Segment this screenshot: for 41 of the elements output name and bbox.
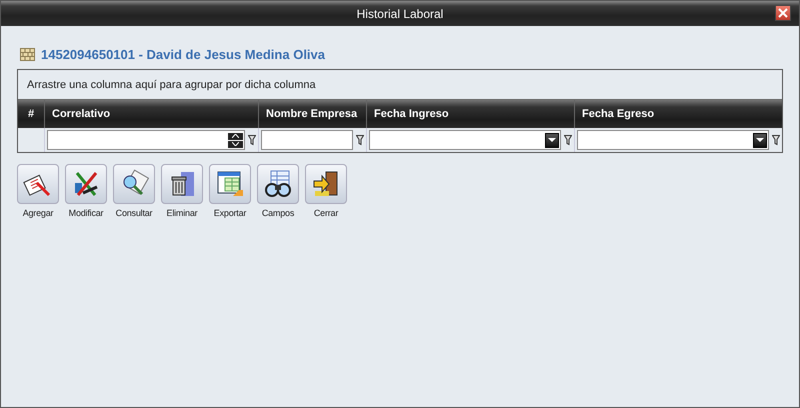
date-filter-field[interactable]	[369, 130, 561, 150]
close-button[interactable]	[775, 5, 791, 21]
filter-icon[interactable]	[772, 134, 780, 146]
bricks-icon	[20, 48, 35, 61]
dropdown-button[interactable]	[753, 132, 767, 148]
toolbar-label: Eliminar	[166, 208, 198, 218]
spin-up-button[interactable]	[228, 132, 243, 140]
filter-icon[interactable]	[564, 134, 572, 146]
toolbar-label: Cerrar	[314, 208, 338, 218]
column-header[interactable]: Correlativo	[44, 100, 258, 128]
filter-icon[interactable]	[356, 134, 364, 146]
spreadsheet-export-icon	[215, 169, 245, 199]
record-title: 1452094650101 - David de Jesus Medina Oliva	[41, 47, 326, 62]
filter-icon[interactable]	[248, 134, 256, 146]
toolbar-label: Agregar	[22, 208, 54, 218]
toolbar-button[interactable]	[305, 164, 347, 204]
date-filter-field[interactable]	[577, 130, 769, 150]
dropdown-button[interactable]	[545, 132, 559, 148]
toolbar-button[interactable]	[161, 164, 203, 204]
group-hint: Arrastre una columna aquí para agrupar por dicha columna	[27, 78, 316, 90]
toolbar-label: Modificar	[68, 208, 104, 218]
column-header[interactable]: Fecha Ingreso	[366, 100, 574, 128]
toolbar-button[interactable]	[209, 164, 251, 204]
toolbar-label: Exportar	[214, 208, 246, 218]
toolbar-button[interactable]	[257, 164, 299, 204]
window-title: Historial Laboral	[356, 6, 444, 20]
column-header[interactable]: Fecha Egreso	[574, 100, 782, 128]
spin-down-button[interactable]	[228, 140, 243, 148]
column-header[interactable]: Nombre Empresa	[258, 100, 366, 128]
toolbar-button[interactable]	[17, 164, 59, 204]
caret-down-icon	[756, 138, 764, 142]
column-header[interactable]: #	[18, 100, 44, 128]
caret-up-icon	[232, 134, 239, 138]
toolbar-button[interactable]	[65, 164, 107, 204]
caret-down-icon	[232, 142, 239, 146]
toolbar-label: Consultar	[116, 208, 152, 218]
number-filter-field[interactable]	[47, 130, 245, 150]
text-filter-field[interactable]	[261, 130, 353, 150]
binoculars-icon	[263, 169, 293, 199]
toolbar-label: Campos	[262, 208, 294, 218]
caret-down-icon	[548, 138, 556, 142]
